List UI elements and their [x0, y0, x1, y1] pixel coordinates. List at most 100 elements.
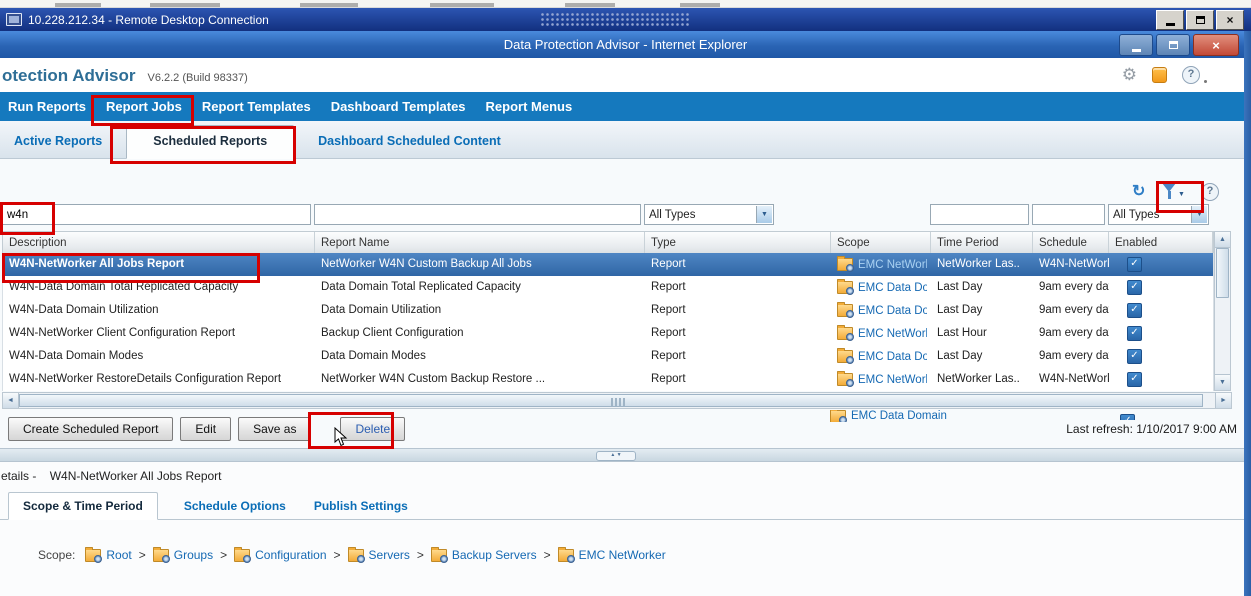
- filter-row: All Types▼ All Types▼: [2, 204, 1212, 226]
- scope-link[interactable]: EMC NetWorker: [858, 328, 927, 340]
- enabled-checkbox[interactable]: [1127, 257, 1142, 272]
- help-icon[interactable]: ?: [1182, 66, 1200, 84]
- filter-icon[interactable]: ▼: [1162, 183, 1192, 201]
- nav-item-run-reports[interactable]: Run Reports: [8, 99, 86, 114]
- scroll-up-button[interactable]: [1215, 232, 1230, 248]
- chevron-down-icon[interactable]: ▼: [1191, 206, 1207, 223]
- table-row[interactable]: W4N-NetWorker All Jobs ReportNetWorker W…: [3, 253, 1213, 276]
- enabled-checkbox[interactable]: [1120, 414, 1135, 420]
- scope-breadcrumb: Root>Groups>Configuration>Servers>Backup…: [85, 548, 665, 562]
- breadcrumb-item-servers[interactable]: Servers: [348, 548, 410, 562]
- alerts-icon[interactable]: [1152, 67, 1167, 83]
- breadcrumb-item-root[interactable]: Root: [85, 548, 131, 562]
- filter-report-name-input[interactable]: [314, 204, 641, 225]
- text-fragment: [55, 3, 101, 7]
- tab-scope-time-period[interactable]: Scope & Time Period: [8, 492, 158, 520]
- column-header-report-name[interactable]: Report Name: [315, 232, 645, 254]
- column-header-scope[interactable]: Scope: [831, 232, 931, 254]
- column-header-enabled[interactable]: Enabled: [1109, 232, 1213, 254]
- details-title-prefix: etails -: [1, 469, 36, 483]
- ie-restore-button[interactable]: [1156, 34, 1190, 56]
- ie-minimize-button[interactable]: [1119, 34, 1153, 56]
- table-row[interactable]: W4N-Data Domain ModesData Domain ModesRe…: [3, 345, 1213, 368]
- filter-schedule-input[interactable]: [1032, 204, 1105, 225]
- splitter-handle[interactable]: [596, 451, 636, 461]
- nav-item-report-templates[interactable]: Report Templates: [202, 99, 311, 114]
- filter-type-select[interactable]: All Types▼: [644, 204, 774, 225]
- breadcrumb-item-configuration[interactable]: Configuration: [234, 548, 326, 562]
- subtab-dashboard-scheduled-content[interactable]: Dashboard Scheduled Content: [312, 126, 507, 158]
- vertical-scrollbar[interactable]: [1214, 231, 1231, 391]
- column-header-schedule[interactable]: Schedule: [1033, 232, 1109, 254]
- folder-icon: [153, 549, 169, 562]
- edit-button[interactable]: Edit: [180, 417, 231, 441]
- ie-title-bar[interactable]: Data Protection Advisor - Internet Explo…: [0, 31, 1251, 58]
- scope-link[interactable]: EMC Data Domain: [851, 410, 947, 422]
- scope-link[interactable]: EMC NetWorker: [858, 374, 927, 386]
- subtab-scheduled-reports[interactable]: Scheduled Reports: [126, 125, 294, 159]
- breadcrumb-item-emc-networker[interactable]: EMC NetWorker: [558, 548, 666, 562]
- delete-button[interactable]: Delete: [340, 417, 405, 441]
- rdp-title-bar[interactable]: 10.228.212.34 - Remote Desktop Connectio…: [0, 8, 1251, 31]
- chevron-down-icon[interactable]: ▼: [756, 206, 772, 223]
- save-as-button[interactable]: Save as: [238, 417, 311, 441]
- column-header-description[interactable]: Description: [3, 232, 315, 254]
- help-menu-dot: [1204, 80, 1207, 83]
- text-fragment: [680, 3, 720, 7]
- folder-icon: [837, 350, 853, 363]
- scope-link[interactable]: EMC NetWorker: [858, 259, 927, 271]
- scroll-down-button[interactable]: [1215, 374, 1230, 390]
- scope-link[interactable]: EMC Data Domain: [858, 351, 927, 363]
- scroll-right-button[interactable]: [1215, 393, 1231, 408]
- scroll-grip: [611, 398, 627, 407]
- breadcrumb-item-groups[interactable]: Groups: [153, 548, 213, 562]
- horizontal-scroll-thumb[interactable]: [19, 394, 1203, 407]
- table-row[interactable]: W4N-NetWorker RestoreDetails Configurati…: [3, 368, 1213, 391]
- filter-time-period-input[interactable]: [930, 204, 1029, 225]
- grid-help-icon[interactable]: ?: [1201, 183, 1219, 201]
- filter-enabled-select[interactable]: All Types▼: [1108, 204, 1209, 225]
- refresh-icon[interactable]: [1132, 181, 1145, 201]
- enabled-checkbox[interactable]: [1127, 303, 1142, 318]
- nav-item-dashboard-templates[interactable]: Dashboard Templates: [331, 99, 466, 114]
- subtab-active-reports[interactable]: Active Reports: [8, 126, 108, 158]
- partial-row: EMC Data Domain: [830, 410, 947, 422]
- partial-row-checkbox: [1120, 410, 1135, 420]
- details-title: etails - W4N-NetWorker All Jobs Report: [1, 469, 222, 483]
- tab-schedule-options[interactable]: Schedule Options: [182, 493, 288, 519]
- scope-row: Scope: Root>Groups>Configuration>Servers…: [38, 548, 666, 562]
- scope-link[interactable]: EMC Data Domain: [858, 282, 927, 294]
- create-scheduled-report-button[interactable]: Create Scheduled Report: [8, 417, 173, 441]
- enabled-checkbox[interactable]: [1127, 326, 1142, 341]
- nav-item-report-jobs[interactable]: Report Jobs: [106, 99, 182, 114]
- panel-splitter[interactable]: [0, 448, 1251, 462]
- table-row[interactable]: W4N-Data Domain UtilizationData Domain U…: [3, 299, 1213, 322]
- table-row[interactable]: W4N-NetWorker Client Configuration Repor…: [3, 322, 1213, 345]
- window-right-border: [1244, 31, 1251, 596]
- column-header-type[interactable]: Type: [645, 232, 831, 254]
- enabled-checkbox[interactable]: [1127, 280, 1142, 295]
- scroll-left-button[interactable]: [3, 393, 19, 408]
- table-row[interactable]: W4N-Data Domain Total Replicated Capacit…: [3, 276, 1213, 299]
- ie-close-button[interactable]: ×: [1193, 34, 1239, 56]
- tab-publish-settings[interactable]: Publish Settings: [312, 493, 410, 519]
- horizontal-scrollbar[interactable]: [2, 392, 1232, 409]
- rdp-restore-button[interactable]: [1186, 10, 1214, 30]
- filter-description-input[interactable]: [2, 204, 311, 225]
- rdp-minimize-button[interactable]: [1156, 10, 1184, 30]
- nav-item-report-menus[interactable]: Report Menus: [486, 99, 573, 114]
- rdp-close-button[interactable]: ×: [1216, 10, 1244, 30]
- scope-label: Scope:: [38, 548, 75, 562]
- column-header-time-period[interactable]: Time Period: [931, 232, 1033, 254]
- last-refresh-status: Last refresh: 1/10/2017 9:00 AM: [1066, 422, 1237, 436]
- grid-header: DescriptionReport NameTypeScopeTime Peri…: [2, 231, 1214, 255]
- breadcrumb-item-backup-servers[interactable]: Backup Servers: [431, 548, 537, 562]
- app-title: otection Advisor: [2, 66, 136, 86]
- folder-icon: [85, 549, 101, 562]
- enabled-checkbox[interactable]: [1127, 372, 1142, 387]
- gear-icon[interactable]: [1122, 65, 1137, 85]
- enabled-checkbox[interactable]: [1127, 349, 1142, 364]
- scope-link[interactable]: EMC Data Domain: [858, 305, 927, 317]
- details-tabs: Scope & Time Period Schedule Options Publi…: [0, 492, 1251, 520]
- vertical-scroll-thumb[interactable]: [1216, 248, 1229, 298]
